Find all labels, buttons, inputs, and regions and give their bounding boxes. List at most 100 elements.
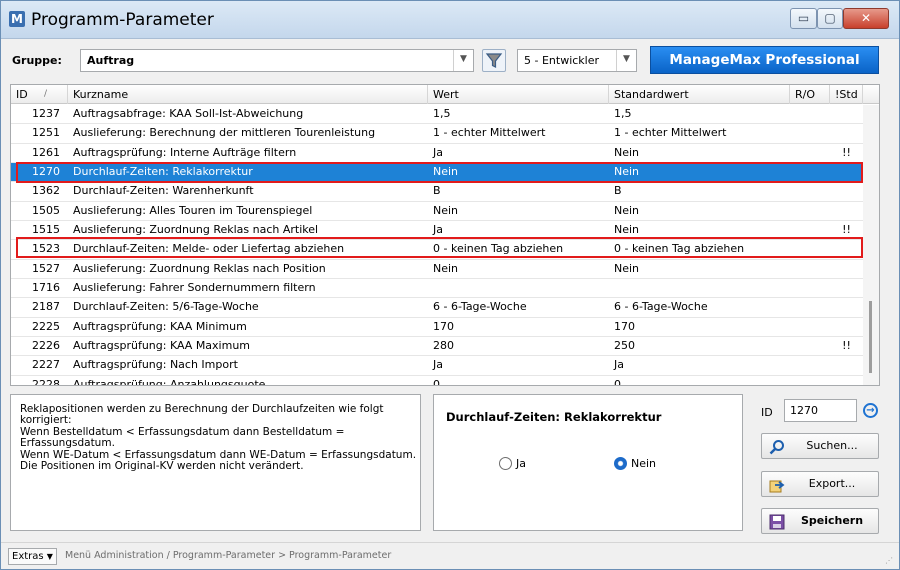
parameter-description: Reklapositionen werden zu Berechnung der… [10,394,421,531]
cell-wert: 0 [433,377,440,386]
cell-ro [790,260,830,278]
cell-kurzname: Auftragsprüfung: Anzahlungsquote [73,377,266,386]
cell-standardwert: 250 [614,339,635,353]
cell-standardwert: Nein [614,261,640,275]
cell-id: 1237 [32,107,60,120]
table-row-selected[interactable]: 1270 Durchlauf-Zeiten: Reklakorrektur Ne… [11,163,863,183]
brand-logo: ManageMax Professional [650,46,879,74]
table-row[interactable]: 2226 Auftragsprüfung: KAA Maximum 280 25… [11,337,863,357]
cell-wert: Ja [433,358,443,372]
cell-kurzname: Auslieferung: Zuordnung Reklas nach Posi… [73,261,326,275]
table-row[interactable]: 2227 Auftragsprüfung: Nach Import Ja Ja [11,356,863,376]
cell-ro [790,376,830,385]
cell-wert [428,279,609,297]
cell-kurzname: Auslieferung: Fahrer Sondernummern filte… [73,281,316,295]
resize-grip-icon[interactable]: ⋰ [885,556,893,565]
radio-ja-label[interactable]: Ja [516,457,526,470]
cell-ro [790,182,830,200]
table-row[interactable]: 2225 Auftragsprüfung: KAA Minimum 170 17… [11,318,863,338]
cell-nstd [830,279,863,297]
radio-nein-label[interactable]: Nein [631,457,656,470]
cell-standardwert [609,279,790,297]
cell-standardwert: 1 - echter Mittelwert [614,126,727,140]
cell-wert: Nein [433,203,459,217]
cell-nstd [830,356,863,374]
table-row[interactable]: 1251 Auslieferung: Berechnung der mittle… [11,124,863,144]
cell-kurzname: Durchlauf-Zeiten: Melde- oder Liefertag … [73,242,345,256]
cell-nstd [830,105,863,123]
cell-standardwert: Nein [614,145,640,159]
column-header-nstd[interactable]: !Std [830,85,863,104]
extras-menu-button[interactable]: Extras ▼ [8,548,57,565]
cell-ro [790,298,830,316]
cell-kurzname: Auftragsabfrage: KAA Soll-Ist-Abweichung [73,107,304,120]
save-button[interactable]: Speichern [761,508,879,534]
cell-id: 1716 [32,281,60,295]
filter-button[interactable] [482,49,506,72]
id-input[interactable]: 1270 [784,399,857,422]
table-row[interactable]: 1527 Auslieferung: Zuordnung Reklas nach… [11,260,863,280]
table-row[interactable]: 1237 Auftragsabfrage: KAA Soll-Ist-Abwei… [11,105,863,125]
user-level-select[interactable]: 5 - Entwickler ▼ [517,49,637,72]
save-button-label: Speichern [800,514,864,527]
description-line: Die Positionen im Original-KV werden nic… [20,460,304,473]
cell-id: 1523 [32,242,60,256]
group-select-value: Auftrag [87,54,135,67]
table-row[interactable]: 1523 Durchlauf-Zeiten: Melde- oder Liefe… [11,240,863,260]
maximize-button[interactable]: ▢ [817,8,843,29]
table-row[interactable]: 2228 Auftragsprüfung: Anzahlungsquote 0 … [11,376,863,386]
description-line: Erfassungsdatum. [20,437,115,450]
radio-checked-icon[interactable] [614,457,627,470]
group-toolbar: Gruppe: Auftrag ▼ 5 - Entwickler ▼ Manag… [1,41,899,79]
search-button[interactable]: Suchen... [761,433,879,459]
cell-id: 1270 [32,165,60,179]
column-header-ro[interactable]: R/O [790,85,830,104]
cell-kurzname: Durchlauf-Zeiten: Reklakorrektur [73,165,253,179]
cell-nstd [830,298,863,316]
cell-id: 1251 [32,126,60,140]
cell-standardwert: 0 - keinen Tag abziehen [614,242,745,256]
export-button-label: Export... [808,477,856,490]
table-row[interactable]: 1515 Auslieferung: Zuordnung Reklas nach… [11,221,863,241]
group-select[interactable]: Auftrag ▼ [80,49,474,72]
cell-id: 1261 [32,145,60,159]
cell-standardwert: Nein [614,223,640,237]
cell-kurzname: Auftragsprüfung: Interne Aufträge filter… [73,145,297,159]
cell-kurzname: Auftragsprüfung: Nach Import [73,358,238,372]
minimize-button[interactable]: ▭ [790,8,817,29]
cell-standardwert: 6 - 6-Tage-Woche [614,300,708,314]
export-button[interactable]: Export... [761,471,879,497]
cell-nstd [830,318,863,336]
extras-label: Extras [12,551,44,562]
cell-wert: B [433,184,441,198]
close-button[interactable]: ✕ [843,8,889,29]
floppy-disk-icon [769,514,785,530]
column-header-kurzname[interactable]: Kurzname [68,85,428,104]
arrow-right-circle-icon[interactable]: → [863,403,878,418]
table-row[interactable]: 1505 Auslieferung: Alles Touren im Toure… [11,202,863,222]
cell-wert: 170 [433,319,454,333]
scrollbar-thumb[interactable] [869,301,872,373]
table-row[interactable]: 1716 Auslieferung: Fahrer Sondernummern … [11,279,863,299]
cell-standardwert: Nein [614,203,640,217]
cell-nstd: !! [842,223,851,237]
cell-nstd [830,202,863,220]
column-header-id[interactable]: ID / [11,85,68,104]
cell-kurzname: Auslieferung: Zuordnung Reklas nach Arti… [73,223,319,237]
cell-kurzname: Auslieferung: Alles Touren im Tourenspie… [73,203,313,217]
column-header-wert[interactable]: Wert [428,85,609,104]
table-row[interactable]: 1362 Durchlauf-Zeiten: Warenherkunft B B [11,182,863,202]
cell-standardwert: Nein [614,165,640,179]
column-header-standardwert[interactable]: Standardwert [609,85,790,104]
chevron-down-icon[interactable]: ▼ [616,50,636,71]
group-label: Gruppe: [12,54,62,67]
table-row[interactable]: 1261 Auftragsprüfung: Interne Aufträge f… [11,144,863,164]
title-bar[interactable]: M Programm-Parameter ▭ ▢ ✕ [1,1,899,39]
chevron-down-icon[interactable]: ▼ [453,50,473,71]
vertical-scrollbar[interactable] [863,105,879,385]
radio-circle-icon[interactable] [499,457,512,470]
breadcrumb: Menü Administration / Programm-Parameter… [65,550,392,561]
table-row[interactable]: 2187 Durchlauf-Zeiten: 5/6-Tage-Woche 6 … [11,298,863,318]
cell-ro [790,124,830,142]
cell-ro [790,105,830,123]
